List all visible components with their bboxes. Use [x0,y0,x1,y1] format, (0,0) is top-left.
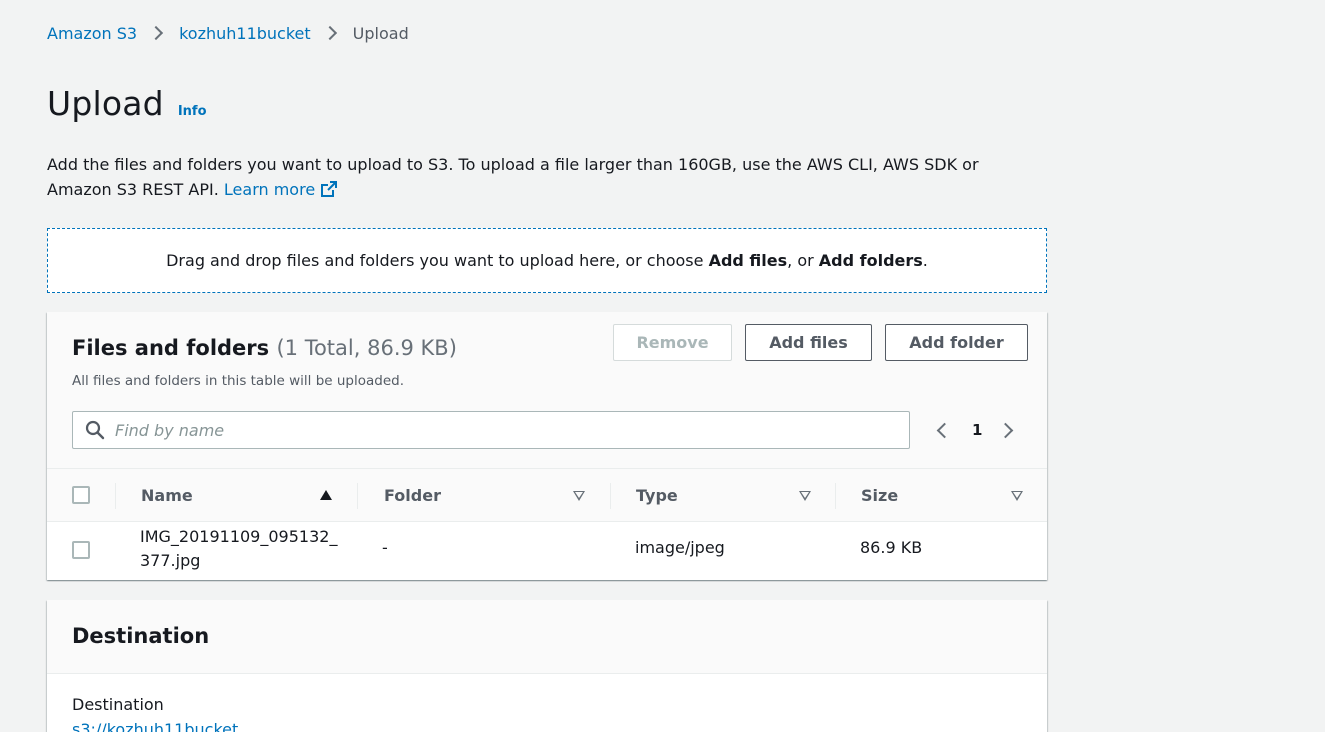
dropzone-add-files: Add files [708,251,788,270]
chevron-right-icon [322,25,337,41]
dropzone-text-suffix: . [922,251,928,270]
column-header-size[interactable]: Size [861,486,898,505]
dropzone-text-middle: , or [787,251,819,270]
chevron-left-icon[interactable] [936,422,953,438]
breadcrumb: Amazon S3 kozhuh11bucket Upload [47,22,409,44]
sort-ascending-icon[interactable] [320,490,332,500]
info-link[interactable]: Info [178,104,207,119]
files-panel-title-text: Files and folders [72,336,270,360]
column-divider [357,483,358,509]
page-header: Upload Info [47,84,207,123]
column-divider [835,483,836,509]
destination-panel: Destination Destination s3://kozhuh11buc… [47,600,1047,732]
files-and-folders-panel: Files and folders (1 Total, 86.9 KB) All… [47,312,1047,580]
sort-icon[interactable] [573,491,585,501]
search-icon [85,420,105,440]
cell-folder: - [382,538,388,557]
page-title: Upload [47,84,164,123]
add-folder-button[interactable]: Add folder [885,324,1028,361]
column-divider [115,483,116,509]
column-header-folder[interactable]: Folder [384,486,441,505]
page-number[interactable]: 1 [972,421,982,439]
column-header-type[interactable]: Type [636,486,678,505]
chevron-right-icon [149,25,164,41]
learn-more-link[interactable]: Learn more [223,180,338,199]
column-header-name[interactable]: Name [141,486,193,505]
files-panel-header: Files and folders (1 Total, 86.9 KB) All… [47,312,1047,579]
learn-more-label: Learn more [223,180,316,199]
search-input[interactable] [115,415,895,445]
page-description: Add the files and folders you want to up… [47,152,1047,202]
breadcrumb-item-bucket[interactable]: kozhuh11bucket [179,24,311,43]
row-checkbox[interactable] [72,541,90,559]
cell-type: image/jpeg [635,538,725,557]
table-row[interactable]: IMG_20191109_095132_377.jpg - image/jpeg… [47,522,1047,579]
dropzone-text: Drag and drop files and folders you want… [166,251,928,270]
breadcrumb-current: Upload [352,23,409,43]
destination-label: Destination [72,695,164,714]
dropzone-text-prefix: Drag and drop files and folders you want… [166,251,709,270]
sort-icon[interactable] [799,491,811,501]
pagination: 1 [933,417,1017,443]
add-files-button[interactable]: Add files [745,324,872,361]
column-divider [610,483,611,509]
search-box [72,411,910,449]
select-all-checkbox[interactable] [72,486,90,504]
files-table: Name Folder Type Size IMG_20191109_09513… [47,468,1047,579]
chevron-right-icon[interactable] [998,422,1014,438]
description-text: Add the files and folders you want to up… [47,155,979,199]
destination-title: Destination [72,624,210,648]
files-panel-subtitle: All files and folders in this table will… [72,373,405,389]
destination-url-link[interactable]: s3://kozhuh11bucket [72,720,238,732]
files-count: (1 Total, 86.9 KB) [276,336,457,360]
remove-button[interactable]: Remove [613,324,732,361]
breadcrumb-item-amazon-s3[interactable]: Amazon S3 [47,24,137,43]
cell-size: 86.9 KB [860,538,923,557]
sort-icon[interactable] [1011,491,1023,501]
upload-dropzone[interactable]: Drag and drop files and folders you want… [47,228,1047,293]
dropzone-add-folders: Add folders [818,251,923,270]
files-panel-title: Files and folders (1 Total, 86.9 KB) [72,336,457,360]
destination-panel-header: Destination [47,600,1047,674]
cell-name: IMG_20191109_095132_377.jpg [140,527,338,570]
table-header: Name Folder Type Size [47,468,1047,522]
external-link-icon [321,181,338,197]
